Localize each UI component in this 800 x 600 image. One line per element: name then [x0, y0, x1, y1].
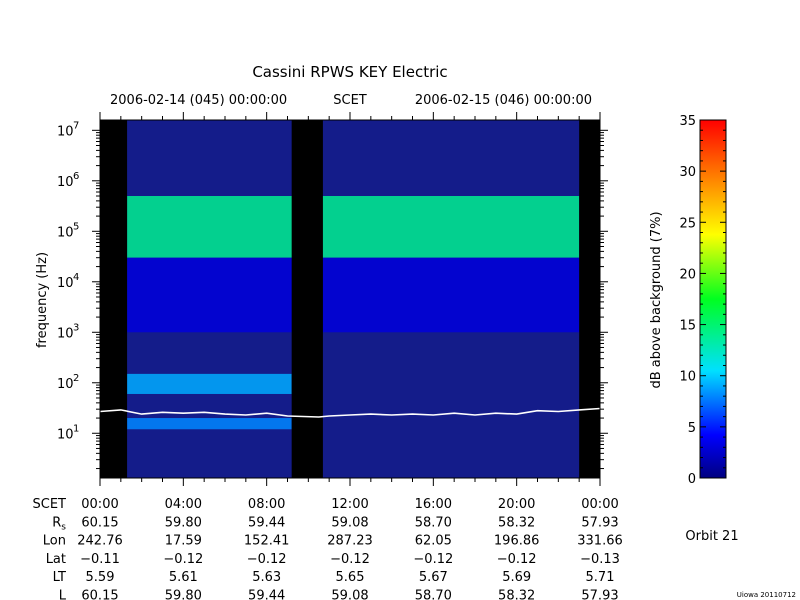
y-tick-exponent: 7 [73, 120, 79, 131]
ephemeris-cell: 5.61 [169, 570, 198, 585]
y-tick-exponent: 4 [73, 272, 79, 283]
chart-title: Cassini RPWS KEY Electric [252, 63, 447, 81]
ephemeris-cell: 5.59 [86, 570, 115, 585]
ephemeris-cell: 331.66 [577, 534, 623, 549]
ephemeris-cell: 58.32 [498, 515, 535, 530]
ephemeris-cell: 62.05 [415, 534, 452, 549]
ephemeris-cell: −0.12 [330, 552, 370, 567]
ephemeris-cell: 58.70 [415, 515, 452, 530]
ephemeris-cell: 04:00 [165, 497, 202, 512]
ephemeris-cell: 57.93 [581, 515, 618, 530]
data-gap-2 [579, 120, 600, 478]
ephemeris-cell: −0.11 [80, 552, 120, 567]
time-header-start: 2006-02-14 (045) 00:00:00 [110, 93, 287, 108]
colorbar [699, 119, 727, 479]
emission-band-1 [127, 373, 292, 394]
colorbar-tick-label: 30 [679, 165, 696, 180]
ephemeris-row-label: SCET [33, 497, 67, 512]
ephemeris-cell: 17.59 [165, 534, 202, 549]
ephemeris-cell: 58.70 [415, 589, 452, 600]
ephemeris-cell: 5.71 [586, 570, 615, 585]
ephemeris-row-label: Lat [46, 552, 66, 567]
y-tick-exponent: 1 [73, 423, 79, 434]
colorbar-tick-label: 25 [679, 216, 696, 231]
y-tick-label: 10 [57, 326, 74, 341]
ephemeris-cell: 57.93 [581, 589, 618, 600]
ephemeris-cell: −0.12 [413, 552, 453, 567]
ephemeris-cell: 60.15 [81, 589, 118, 600]
ephemeris-cell: 20:00 [498, 497, 535, 512]
credit-stamp: Uiowa 20110712 [737, 591, 796, 599]
ephemeris-row-label: LT [53, 570, 66, 585]
ephemeris-cell: 5.63 [252, 570, 281, 585]
ephemeris-cell: 5.69 [502, 570, 531, 585]
emission-band-2 [127, 418, 292, 430]
colorbar-label: dB above background (7%) [649, 211, 664, 388]
ephemeris-cell: 5.65 [336, 570, 365, 585]
time-header-end: 2006-02-15 (046) 00:00:00 [415, 93, 592, 108]
y-tick-exponent: 2 [73, 373, 79, 384]
ephemeris-cell: 152.41 [244, 534, 290, 549]
y-tick-label: 10 [57, 225, 74, 240]
ephemeris-cell: −0.13 [580, 552, 620, 567]
y-tick-label: 10 [57, 377, 74, 392]
ephemeris-cell: −0.12 [163, 552, 203, 567]
emission-band-3 [127, 257, 580, 333]
y-tick-label: 10 [57, 175, 74, 190]
emission-band-0 [127, 195, 580, 258]
ephemeris-cell: 242.76 [77, 534, 123, 549]
ephemeris-cell: 59.08 [331, 589, 368, 600]
colorbar-tick-label: 5 [688, 421, 696, 436]
ephemeris-cell: 00:00 [581, 497, 618, 512]
ephemeris-cell: 196.86 [494, 534, 540, 549]
ephemeris-table: SCET 00:00 04:00 08:00 12:00 16:00 20:00 00:00 R… [33, 497, 623, 600]
ephemeris-cell: 16:00 [415, 497, 452, 512]
colorbar-tick-label: 35 [679, 114, 696, 129]
ephemeris-row-label: Lon [43, 534, 66, 549]
y-tick-label: 10 [57, 427, 74, 442]
time-header-center: SCET [333, 93, 367, 108]
plot-area [100, 120, 600, 478]
ephemeris-cell: 58.32 [498, 589, 535, 600]
ephemeris-cell: −0.12 [497, 552, 537, 567]
ephemeris-cell: 59.44 [248, 515, 285, 530]
ephemeris-cell: −0.12 [247, 552, 287, 567]
colorbar-tick-label: 20 [679, 267, 696, 282]
ephemeris-cell: 60.15 [81, 515, 118, 530]
y-tick-label: 10 [57, 124, 74, 139]
y-tick-exponent: 5 [73, 221, 79, 232]
ephemeris-cell: 00:00 [81, 497, 118, 512]
data-gap-0 [100, 120, 128, 478]
y-tick-exponent: 3 [73, 322, 79, 333]
colorbar-tick-label: 0 [688, 472, 696, 487]
ephemeris-cell: 12:00 [331, 497, 368, 512]
ephemeris-row-label: Rs [52, 515, 66, 532]
orbit-label: Orbit 21 [685, 529, 738, 544]
y-axis-label: frequency (Hz) [35, 252, 50, 348]
ephemeris-cell: 59.80 [165, 515, 202, 530]
y-tick-label: 10 [57, 276, 74, 291]
ephemeris-cell: 59.80 [165, 589, 202, 600]
spectrogram-figure: Cassini RPWS KEY Electric 2006-02-14 (04… [33, 63, 796, 600]
ephemeris-cell: 59.44 [248, 589, 285, 600]
colorbar-tick-label: 10 [679, 370, 696, 385]
ephemeris-cell: 5.67 [419, 570, 448, 585]
ephemeris-cell: 08:00 [248, 497, 285, 512]
ephemeris-cell: 59.08 [331, 515, 368, 530]
colorbar-tick-label: 15 [679, 319, 696, 334]
data-gap-1 [291, 120, 323, 478]
ephemeris-row-label: L [59, 589, 67, 600]
ephemeris-cell: 287.23 [327, 534, 373, 549]
y-tick-exponent: 6 [73, 171, 79, 182]
